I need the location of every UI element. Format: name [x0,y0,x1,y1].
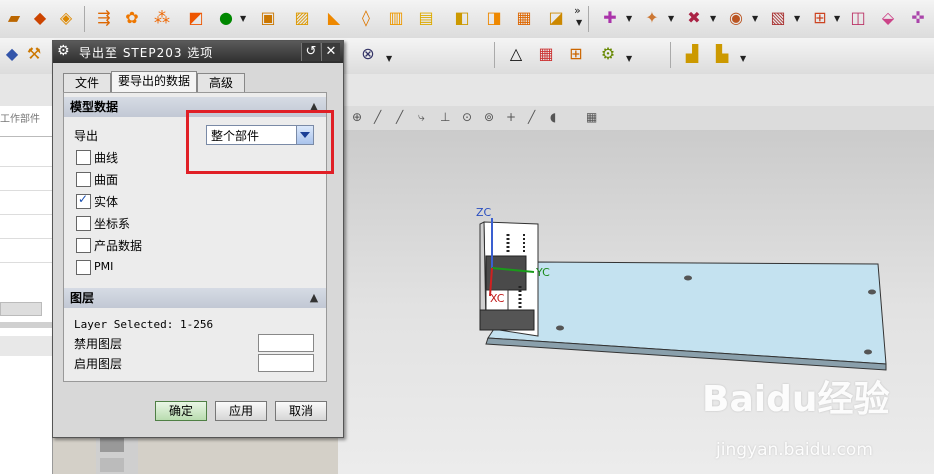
watermark-url: jingyan.baidu.com [716,440,873,460]
tool-icon-11[interactable]: ◣ [322,6,346,30]
tool-icon-28[interactable]: ◆ [0,42,24,66]
enable-layer-input[interactable] [258,354,314,372]
enable-layer-label: 启用图层 [74,357,123,371]
tab-file[interactable]: 文件 [63,73,111,92]
layer-selected-text: Layer Selected: 1-256 [74,318,214,331]
axis-label-y: YC [535,266,550,279]
axis-label-z: ZC [476,206,492,219]
tool-icon-25[interactable]: ◫ [846,6,870,30]
tool-icon-12[interactable]: ◊ [354,6,378,30]
checkbox-label: 产品数据 [94,239,143,253]
axis-label-x: XC [490,292,505,305]
checkbox-label: 实体 [94,195,119,209]
ok-button[interactable]: 确定 [155,401,207,421]
tool-icon-19[interactable]: ✚ [598,6,622,30]
tab-label: 要导出的数据 [117,74,190,88]
tool-icon-22[interactable]: ◉ [724,6,748,30]
tool-icon-13[interactable]: ▥ [384,6,408,30]
disable-layer-label: 禁用图层 [74,337,123,351]
resource-bar [96,436,138,474]
section-title: 图层 [70,291,95,305]
tab-advanced[interactable]: 高级 [197,73,245,92]
tool-icon-18[interactable]: ◪ [544,6,568,30]
close-icon[interactable]: ✕ [321,43,340,61]
checkbox-pmi[interactable] [76,260,91,275]
gears-icon[interactable]: ⚙ [596,42,620,66]
checkbox-label: PMI [94,260,114,273]
tab-label: 文件 [74,76,99,90]
scrollbar[interactable] [0,302,42,316]
disable-layer-input[interactable] [258,334,314,352]
assembly-icon[interactable]: ▟ [680,42,704,66]
part-navigator[interactable]: 工作部件 [0,106,53,474]
watermark: Baidu经验 [702,379,890,420]
assembly-add-icon[interactable]: ▙ [710,42,734,66]
cancel-button[interactable]: 取消 [275,401,327,421]
triangle-icon[interactable]: △ [504,42,528,66]
back-arrow-icon[interactable] [100,438,124,452]
tool-icon-7[interactable]: ◩ [184,6,208,30]
checkbox-product-data[interactable] [76,238,91,253]
tool-icon-3[interactable]: ◈ [54,6,78,30]
tool-icon-16[interactable]: ◨ [482,6,506,30]
main-toolbar: ▰ ◆ ◈ ⇶ ✿ ⁂ ◩ ● ▼ ▣ ▨ ◣ ◊ ▥ ▤ ◧ ◨ ▦ ◪ » … [0,0,934,39]
plate-hole [684,275,692,281]
tool-icon-5[interactable]: ✿ [120,6,144,30]
tool-icon-27[interactable]: ✜ [906,6,930,30]
tool-icon-29[interactable]: ⚒ [22,42,46,66]
plate-hole [864,349,872,355]
layer-header[interactable]: 图层 ▲ [64,288,326,308]
plate-hole [556,325,564,331]
checkbox-curve[interactable] [76,150,91,165]
checkbox-surface[interactable] [76,172,91,187]
grid-icon[interactable]: ⊞ [564,42,588,66]
history-icon[interactable] [100,458,124,472]
tool-icon-15[interactable]: ◧ [450,6,474,30]
checkbox-solid[interactable] [76,192,91,209]
side-label: 工作部件 [0,114,40,125]
tool-icon-20[interactable]: ✦ [640,6,664,30]
tool-icon-6[interactable]: ⁂ [150,6,174,30]
tool-icon-4[interactable]: ⇶ [92,6,116,30]
tool-icon-1[interactable]: ▰ [2,6,26,30]
checkbox-label: 坐标系 [94,217,131,231]
plate-hole [868,289,876,295]
dialog-title: 导出至 STEP203 选项 [79,46,214,60]
highlight-box [186,110,334,174]
tool-icon-8[interactable]: ● [214,6,238,30]
tab-export-data[interactable]: 要导出的数据 [111,71,197,93]
table-icon[interactable]: ▦ [534,42,558,66]
tab-label: 高级 [208,76,233,90]
tool-icon-14[interactable]: ▤ [414,6,438,30]
dialog-titlebar[interactable]: ⚙ 导出至 STEP203 选项 ↺ ✕ [53,41,343,63]
tool-icon-10[interactable]: ▨ [290,6,314,30]
tool-icon-21[interactable]: ✖ [682,6,706,30]
tool-icon-2[interactable]: ◆ [28,6,52,30]
apply-button[interactable]: 应用 [215,401,267,421]
reset-icon[interactable]: ↺ [301,43,320,61]
checkbox-label: 曲线 [94,151,119,165]
tool-icon-23[interactable]: ▧ [766,6,790,30]
tool-icon-17[interactable]: ▦ [512,6,536,30]
tool-icon-26[interactable]: ⬙ [876,6,900,30]
tool-icon-24[interactable]: ⊞ [808,6,832,30]
collapse-icon[interactable]: ▲ [306,290,322,306]
section-title: 模型数据 [70,100,119,114]
export-label: 导出 [74,129,99,143]
export-step203-dialog: ⚙ 导出至 STEP203 选项 ↺ ✕ 文件 要导出的数据 高级 模型数据 ▲… [52,40,344,438]
gear-icon: ⚙ [57,43,70,59]
tool-icon-30[interactable]: ⊗ [356,42,380,66]
checkbox-label: 曲面 [94,173,119,187]
tool-icon-9[interactable]: ▣ [256,6,280,30]
checkbox-csys[interactable] [76,216,91,231]
